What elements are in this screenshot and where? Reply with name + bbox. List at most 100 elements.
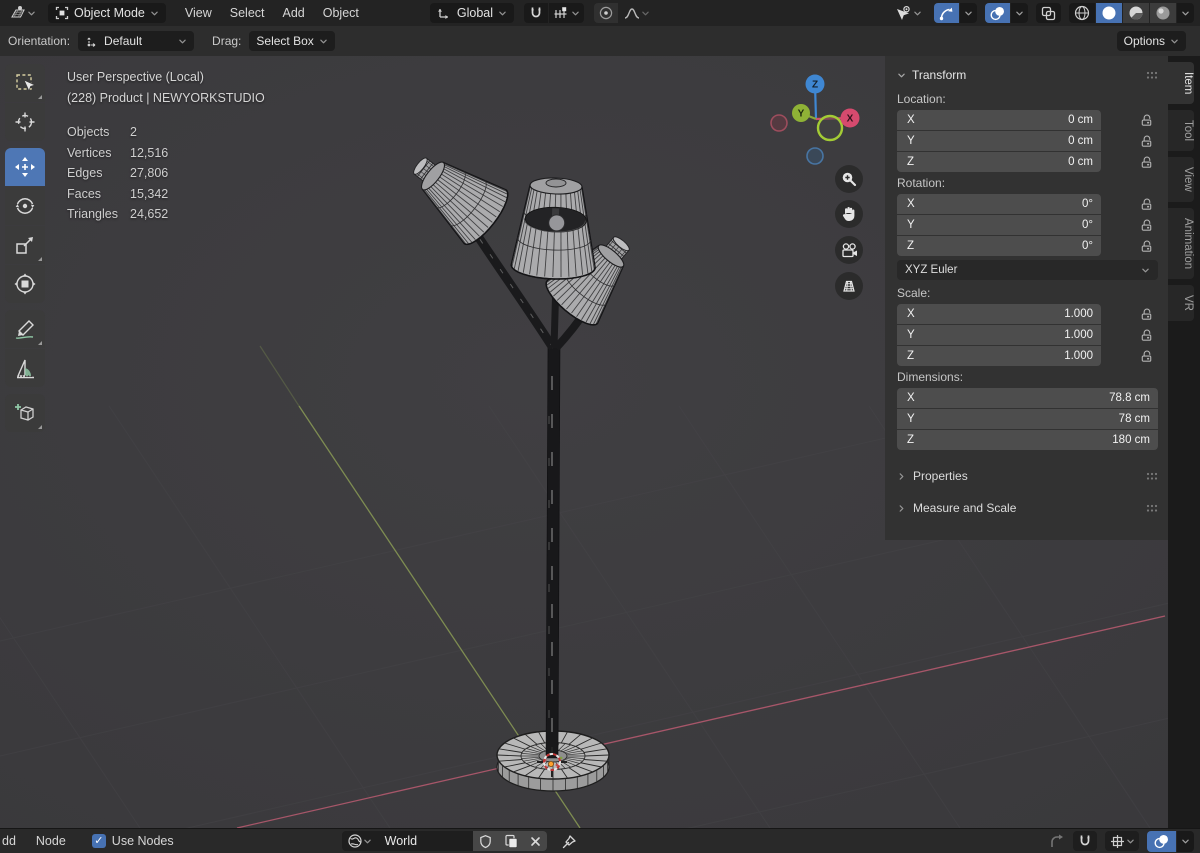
panel-grip-icon[interactable] xyxy=(1146,504,1158,513)
tool-transform[interactable] xyxy=(5,265,45,303)
stat-value: 24,652 xyxy=(130,207,169,222)
scale-y-field[interactable]: Y 1.000 xyxy=(897,325,1101,345)
viewport-3d[interactable]: User Perspective (Local) (228) Product |… xyxy=(0,56,1200,828)
tab-view[interactable]: View xyxy=(1168,157,1194,203)
shading-solid-button[interactable] xyxy=(1096,3,1122,23)
proportional-falloff[interactable] xyxy=(619,3,654,23)
panel-grip-icon[interactable] xyxy=(1146,472,1158,481)
rotation-y-field[interactable]: Y 0° xyxy=(897,215,1101,235)
show-overlays-toggle[interactable] xyxy=(985,3,1010,23)
object-visibility-dropdown[interactable] xyxy=(890,3,926,23)
tool-add-primitive[interactable] xyxy=(5,394,45,432)
tool-move[interactable] xyxy=(5,148,45,186)
camera-view-button[interactable] xyxy=(835,236,863,264)
proportional-editing-toggle[interactable] xyxy=(594,3,619,23)
tool-rotate[interactable] xyxy=(5,187,45,225)
lock-rotation-x[interactable] xyxy=(1139,197,1154,212)
tool-scale[interactable] xyxy=(5,226,45,264)
gizmo-settings[interactable] xyxy=(960,3,977,23)
editor-type-button[interactable] xyxy=(6,3,40,23)
menu-node[interactable]: Node xyxy=(36,834,66,848)
xray-toggle[interactable] xyxy=(1036,3,1061,23)
location-x-field[interactable]: X 0 cm xyxy=(897,110,1101,130)
tool-measure[interactable] xyxy=(5,349,45,387)
options-dropdown[interactable]: Options xyxy=(1116,31,1186,51)
lock-location-y[interactable] xyxy=(1139,134,1154,149)
fake-user-button[interactable] xyxy=(473,831,498,851)
transform-orientation-dropdown[interactable]: Global xyxy=(429,3,515,23)
unlink-button[interactable] xyxy=(524,831,547,851)
gizmo-axis-x-neg[interactable] xyxy=(770,114,788,132)
new-datablock-button[interactable] xyxy=(498,831,524,851)
tab-vr[interactable]: VR xyxy=(1168,285,1194,322)
use-nodes-checkbox[interactable]: ✓ xyxy=(91,834,106,848)
stat-label: Edges xyxy=(67,166,103,181)
magnet-icon xyxy=(528,5,544,21)
location-y-field[interactable]: Y 0 cm xyxy=(897,131,1101,151)
camera-icon xyxy=(841,242,857,257)
drag-value: Select Box xyxy=(256,34,314,48)
menu-object[interactable]: Object xyxy=(314,6,368,20)
lock-scale-y[interactable] xyxy=(1139,328,1154,343)
snap-settings[interactable] xyxy=(549,3,585,23)
shading-settings[interactable] xyxy=(1177,3,1194,23)
panel-grip-icon[interactable] xyxy=(1146,71,1158,80)
tab-item[interactable]: Item xyxy=(1168,62,1194,105)
lock-scale-z[interactable] xyxy=(1139,349,1154,364)
editor-overlays-toggle[interactable] xyxy=(1147,830,1176,852)
lock-rotation-z[interactable] xyxy=(1139,239,1154,254)
lamp-object[interactable] xyxy=(397,137,649,792)
scale-z-field[interactable]: Z 1.000 xyxy=(897,346,1101,366)
measure-scale-panel-header[interactable]: Measure and Scale xyxy=(897,494,1158,522)
location-z-field[interactable]: Z 0 cm xyxy=(897,152,1101,172)
orientation-default-dropdown[interactable]: Default xyxy=(78,31,195,51)
shading-rendered-button[interactable] xyxy=(1150,3,1176,23)
scale-x-field[interactable]: X 1.000 xyxy=(897,304,1101,324)
shading-material-button[interactable] xyxy=(1123,3,1149,23)
zoom-button[interactable] xyxy=(835,165,863,193)
properties-panel-header[interactable]: Properties xyxy=(897,462,1158,490)
axis-value: 0° xyxy=(1082,219,1093,231)
pan-button[interactable] xyxy=(835,200,863,228)
scale-label: Scale: xyxy=(897,286,931,300)
dimensions-y-field[interactable]: Y 78 cm xyxy=(897,409,1158,429)
world-name-field[interactable]: World xyxy=(377,834,473,848)
tab-animation[interactable]: Animation xyxy=(1168,208,1194,280)
pin-button[interactable] xyxy=(561,833,578,850)
axis-label: X xyxy=(907,114,915,126)
mode-selector[interactable]: Object Mode xyxy=(48,3,166,23)
lock-scale-x[interactable] xyxy=(1139,307,1154,322)
editor-overlays-settings[interactable] xyxy=(1177,830,1194,852)
transform-panel-header[interactable]: Transform xyxy=(897,64,1158,86)
drag-mode-dropdown[interactable]: Select Box xyxy=(249,31,335,51)
menu-select[interactable]: Select xyxy=(221,6,274,20)
tool-cursor[interactable] xyxy=(5,103,45,141)
gizmo-axis-y-neg[interactable] xyxy=(816,114,844,142)
navigation-gizmo[interactable]: Z Y X xyxy=(768,62,868,166)
editor-snap-settings[interactable] xyxy=(1105,831,1139,851)
rotation-mode-dropdown[interactable]: XYZ Euler xyxy=(897,260,1158,280)
show-gizmo-toggle[interactable] xyxy=(934,3,959,23)
tool-annotate[interactable] xyxy=(5,310,45,348)
rotation-z-field[interactable]: Z 0° xyxy=(897,236,1101,256)
menu-add[interactable]: Add xyxy=(274,6,314,20)
gizmo-axis-z-neg[interactable] xyxy=(806,147,824,165)
use-nodes-toggle[interactable]: ✓ Use Nodes xyxy=(91,834,174,848)
lock-location-z[interactable] xyxy=(1139,155,1154,170)
shading-wireframe-button[interactable] xyxy=(1069,3,1095,23)
axis-value: 0° xyxy=(1082,240,1093,252)
dimensions-x-field[interactable]: X 78.8 cm xyxy=(897,388,1158,408)
menu-view[interactable]: View xyxy=(176,6,221,20)
snap-toggle[interactable] xyxy=(524,3,549,23)
menu-add-partial[interactable]: dd xyxy=(2,834,16,848)
overlays-settings[interactable] xyxy=(1011,3,1028,23)
lock-rotation-y[interactable] xyxy=(1139,218,1154,233)
lock-location-x[interactable] xyxy=(1139,113,1154,128)
editor-snap-toggle[interactable] xyxy=(1073,831,1097,851)
world-browse-button[interactable] xyxy=(342,831,377,851)
perspective-toggle-button[interactable] xyxy=(835,272,863,300)
tab-tool[interactable]: Tool xyxy=(1168,110,1194,152)
tool-select-box[interactable] xyxy=(5,64,45,102)
rotation-x-field[interactable]: X 0° xyxy=(897,194,1101,214)
dimensions-z-field[interactable]: Z 180 cm xyxy=(897,430,1158,450)
